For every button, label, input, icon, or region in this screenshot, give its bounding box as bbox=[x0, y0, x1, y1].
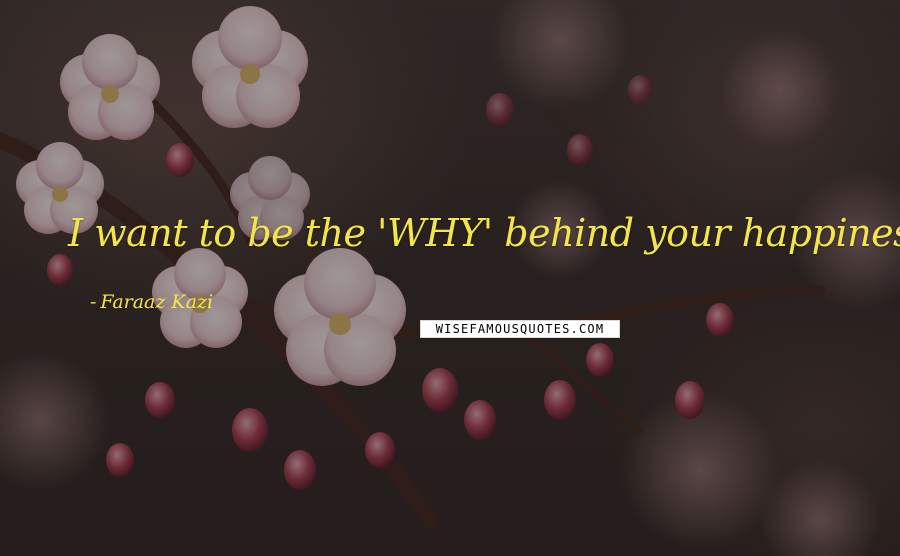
quote-author: - Faraaz Kazi bbox=[90, 290, 213, 314]
dark-overlay bbox=[0, 0, 900, 556]
author-dash: - bbox=[90, 291, 97, 313]
quote-card: I want to be the 'WHY' behind your happi… bbox=[0, 0, 900, 556]
cherry-blossom-background bbox=[0, 0, 900, 556]
author-name: Faraaz Kazi bbox=[100, 291, 214, 313]
quote-text: I want to be the 'WHY' behind your happi… bbox=[68, 211, 900, 255]
site-watermark: WISEFAMOUSQUOTES.COM bbox=[420, 320, 620, 338]
